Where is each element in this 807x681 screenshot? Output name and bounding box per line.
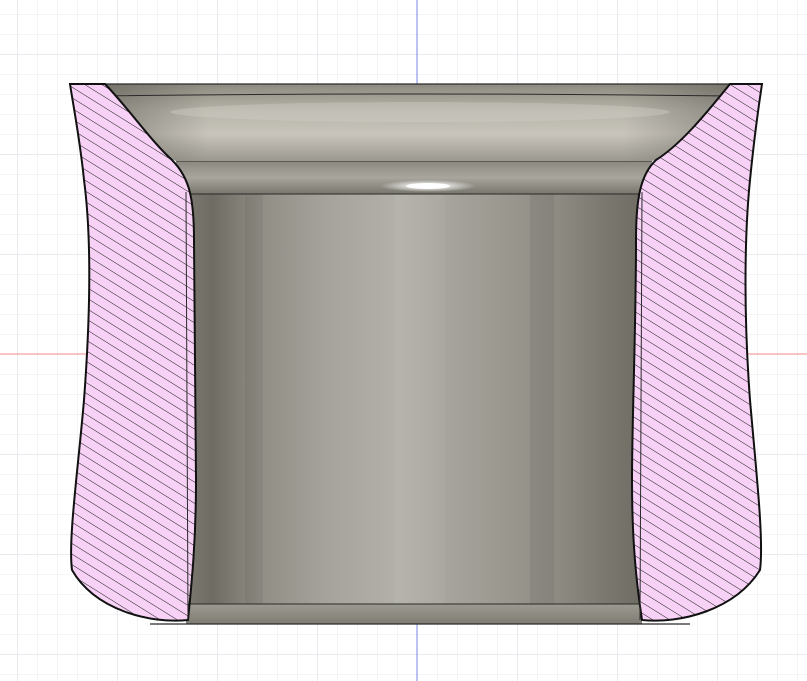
neck-band[interactable] [176, 160, 652, 195]
section-model[interactable] [68, 83, 764, 625]
right-section-face[interactable] [630, 83, 764, 622]
3d-viewport-canvas[interactable] [0, 0, 807, 681]
top-flare-surface[interactable] [70, 83, 762, 161]
bottom-lip[interactable] [150, 603, 690, 625]
left-section-face[interactable] [68, 83, 198, 622]
inner-bore-surface[interactable] [186, 192, 642, 606]
viewport-svg[interactable] [0, 0, 807, 681]
